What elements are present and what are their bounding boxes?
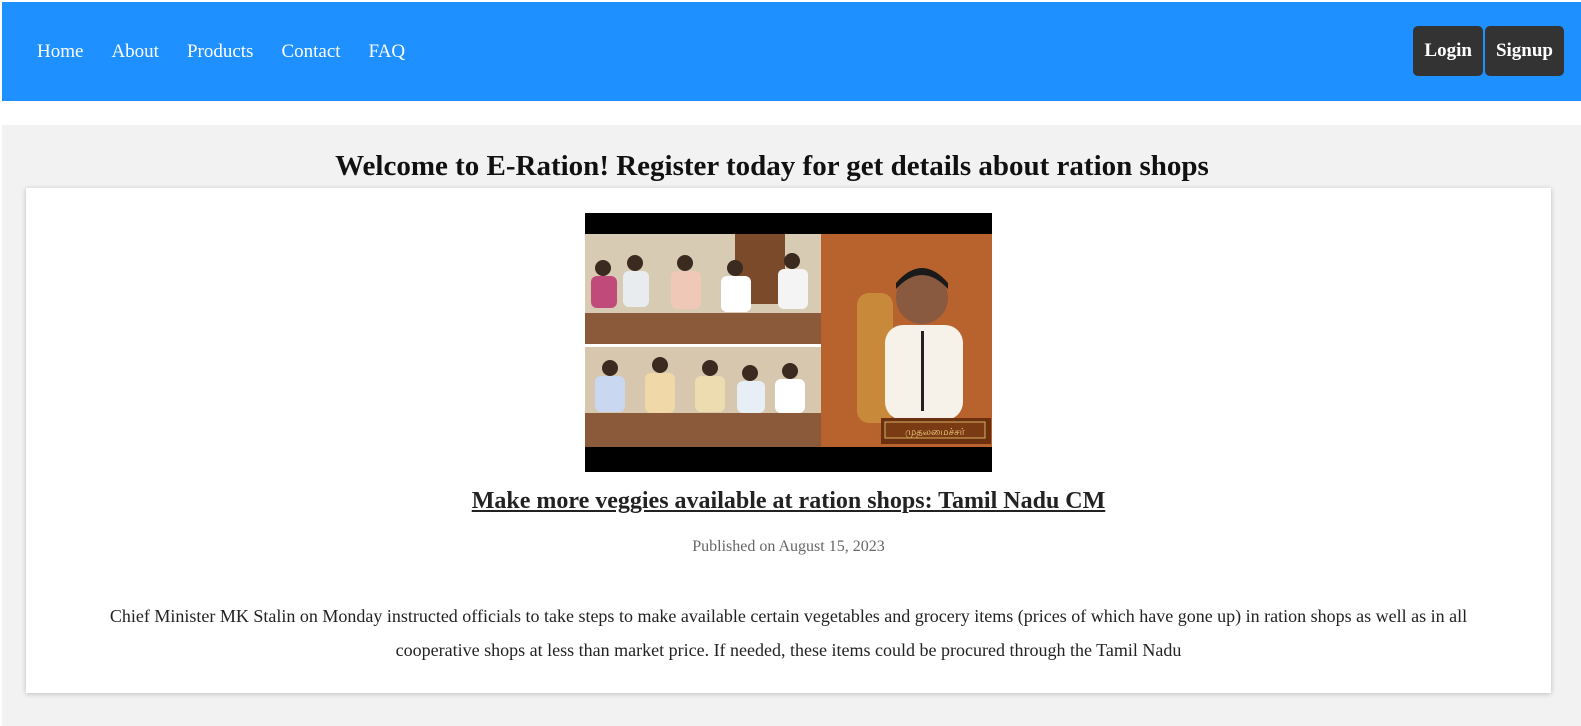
navbar: Home About Products Contact FAQ Login Si… (2, 2, 1581, 101)
news-card: முதலமைச்சர் Make more veggies available … (26, 188, 1551, 693)
news-body: Chief Minister MK Stalin on Monday instr… (109, 606, 1468, 660)
auth-buttons: Login Signup (1413, 26, 1564, 76)
welcome-heading: Welcome to E-Ration! Register today for … (335, 150, 1209, 182)
news-image: முதலமைச்சர் (585, 213, 992, 472)
signup-button[interactable]: Signup (1484, 26, 1564, 76)
image-caption: முதலமைச்சர் (905, 427, 966, 438)
nav-link-about[interactable]: About (111, 41, 159, 63)
news-photo: முதலமைச்சர் (585, 213, 992, 472)
news-date: Published on August 15, 2023 (692, 538, 885, 555)
nav-link-products[interactable]: Products (187, 41, 254, 63)
nav-link-faq[interactable]: FAQ (369, 41, 406, 63)
nav-link-home[interactable]: Home (37, 41, 83, 63)
news-title-link[interactable]: Make more veggies available at ration sh… (26, 488, 1551, 515)
nav-links: Home About Products Contact FAQ (37, 2, 433, 101)
login-button[interactable]: Login (1413, 26, 1483, 76)
nav-link-contact[interactable]: Contact (281, 41, 340, 63)
